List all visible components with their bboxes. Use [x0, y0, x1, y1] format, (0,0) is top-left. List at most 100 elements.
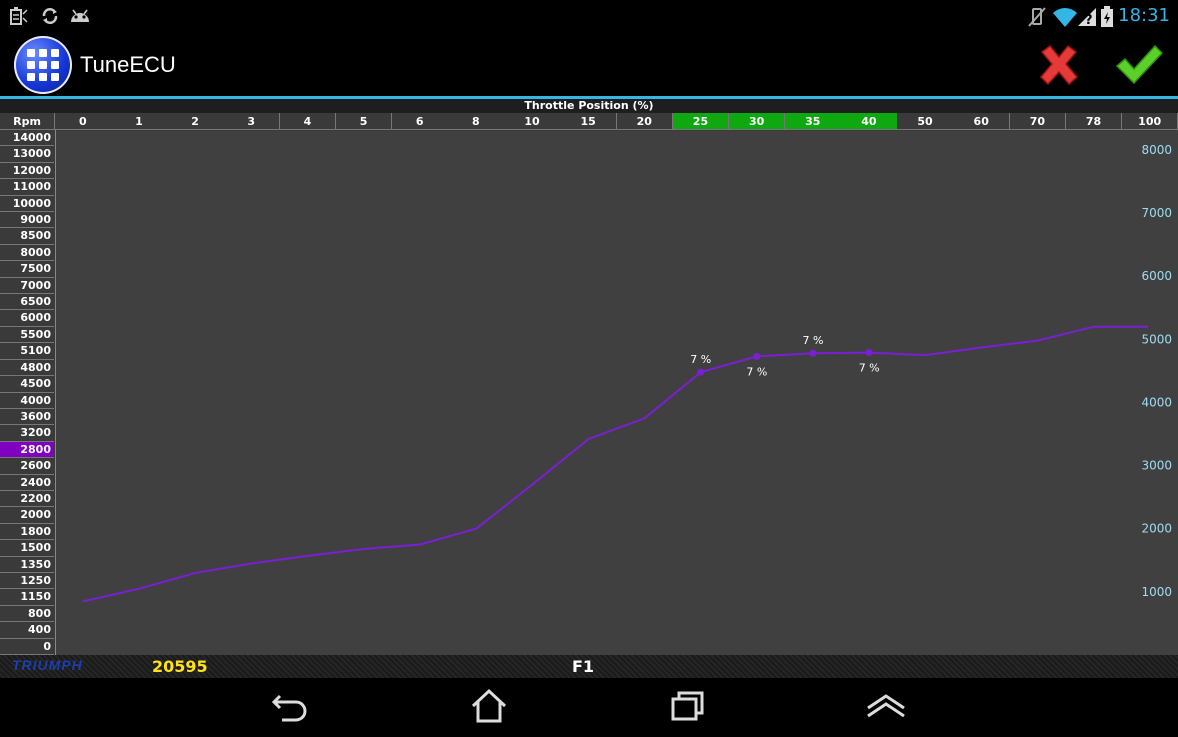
rpm-row-4800[interactable]: 4800	[0, 360, 54, 377]
action-bar: TuneECU	[0, 32, 1178, 96]
rpm-row-0[interactable]: 0	[0, 639, 54, 655]
selected-point[interactable]	[753, 352, 761, 360]
throttle-column-50[interactable]: 50	[897, 113, 954, 130]
rpm-row-8000[interactable]: 8000	[0, 245, 54, 262]
fuel-map-chart: 1000 2000 3000 4000 5000 6000 7000 8000 7 % 7 % 7 …	[82, 143, 1172, 603]
rpm-row-6500[interactable]: 6500	[0, 294, 54, 311]
rpm-row-800[interactable]: 800	[0, 606, 54, 623]
recents-icon[interactable]	[668, 688, 708, 724]
map-plot-area[interactable]: 1000 2000 3000 4000 5000 6000 7000 8000 7 % 7 % 7 …	[56, 131, 1178, 655]
throttle-column-0[interactable]: 0	[55, 113, 112, 130]
clock: 18:31	[1118, 5, 1170, 26]
rpm-row-14000[interactable]: 14000	[0, 130, 54, 147]
y-tick-label: 8000	[1141, 143, 1172, 157]
wifi-icon	[1053, 8, 1077, 27]
throttle-column-1[interactable]: 1	[111, 113, 168, 130]
throttle-column-2[interactable]: 2	[167, 113, 224, 130]
throttle-column-25[interactable]: 25	[672, 113, 730, 130]
rpm-row-12000[interactable]: 12000	[0, 163, 54, 180]
throttle-column-70[interactable]: 70	[1009, 113, 1067, 130]
rpm-row-8500[interactable]: 8500	[0, 228, 54, 245]
throttle-column-4[interactable]: 4	[279, 113, 337, 130]
selected-point[interactable]	[809, 349, 817, 357]
battery-icon	[1101, 6, 1113, 27]
y-tick-label: 2000	[1141, 522, 1172, 536]
back-icon[interactable]	[270, 688, 310, 724]
rpm-row-5500[interactable]: 5500	[0, 327, 54, 344]
rpm-row-13000[interactable]: 13000	[0, 146, 54, 163]
throttle-column-20[interactable]: 20	[616, 113, 674, 130]
rpm-row-1500[interactable]: 1500	[0, 540, 54, 557]
map-series-line	[82, 325, 1148, 603]
no-vibrate-icon	[1028, 7, 1046, 27]
throttle-axis-title: Throttle Position (%)	[0, 99, 1178, 113]
y-tick-label: 7000	[1141, 206, 1172, 220]
y-tick-label: 5000	[1141, 332, 1172, 346]
app-menu-button[interactable]	[14, 36, 72, 94]
sync-icon	[42, 8, 58, 24]
throttle-column-60[interactable]: 60	[953, 113, 1011, 130]
rpm-row-2200[interactable]: 2200	[0, 491, 54, 508]
throttle-column-15[interactable]: 15	[560, 113, 617, 130]
svg-text:?: ?	[1085, 13, 1093, 28]
rpm-row-11000[interactable]: 11000	[0, 179, 54, 196]
rpm-row-2400[interactable]: 2400	[0, 475, 54, 491]
rpm-row-headers: 14000 13000 12000 11000 10000 9000 8500 8000 750…	[0, 130, 56, 655]
cancel-button[interactable]	[1036, 42, 1082, 88]
app-title: TuneECU	[80, 52, 176, 77]
point-label: 7 %	[690, 353, 711, 366]
selected-point[interactable]	[865, 349, 873, 357]
throttle-column-10[interactable]: 10	[504, 113, 561, 130]
throttle-column-78[interactable]: 78	[1065, 113, 1123, 130]
confirm-button[interactable]	[1114, 42, 1164, 88]
throttle-column-6[interactable]: 6	[391, 113, 449, 130]
map-id: F1	[572, 657, 595, 676]
grid-icon	[27, 49, 59, 81]
y-tick-label: 4000	[1141, 395, 1172, 409]
ecu-counter: 20595	[152, 657, 208, 676]
brand-logo: TRIUMPH	[12, 657, 83, 673]
footer-bar: TRIUMPH 20595 F1	[0, 655, 1178, 678]
y-tick-label: 3000	[1141, 459, 1172, 473]
rpm-row-2800[interactable]: 2800	[0, 441, 54, 459]
throttle-column-headers: Rpm 0 1 2 3 4 5 6 8 10 15 20 25 30 35 40 50 60 70 78 100	[0, 113, 1178, 131]
android-debug-icon	[71, 9, 89, 22]
throttle-column-100[interactable]: 100	[1121, 113, 1178, 130]
rpm-row-10000[interactable]: 10000	[0, 196, 54, 213]
menu-up-icon[interactable]	[866, 688, 906, 724]
rpm-row-9000[interactable]: 9000	[0, 212, 54, 229]
rpm-row-4000[interactable]: 4000	[0, 393, 54, 409]
rpm-row-2600[interactable]: 2600	[0, 458, 54, 475]
selected-point[interactable]	[697, 368, 705, 376]
rpm-row-4500[interactable]: 4500	[0, 376, 54, 393]
rpm-row-1250[interactable]: 1250	[0, 573, 54, 590]
status-bar: ? 18:31	[0, 0, 1178, 32]
point-label: 7 %	[803, 334, 824, 347]
point-label: 7 %	[746, 365, 767, 378]
rpm-row-3600[interactable]: 3600	[0, 409, 54, 426]
rpm-row-1800[interactable]: 1800	[0, 524, 54, 541]
rpm-row-400[interactable]: 400	[0, 622, 54, 639]
throttle-column-5[interactable]: 5	[335, 113, 393, 130]
throttle-column-30[interactable]: 30	[728, 113, 786, 130]
throttle-column-40[interactable]: 40	[841, 113, 898, 130]
rpm-header: Rpm	[0, 113, 55, 130]
rpm-row-7500[interactable]: 7500	[0, 261, 54, 278]
rpm-row-1150[interactable]: 1150	[0, 589, 54, 606]
point-label: 7 %	[859, 362, 880, 375]
battery-saver-icon	[10, 7, 28, 25]
rpm-row-3200[interactable]: 3200	[0, 425, 54, 442]
rpm-row-6000[interactable]: 6000	[0, 310, 54, 327]
home-icon[interactable]	[469, 688, 509, 724]
navigation-bar	[0, 678, 1178, 737]
y-tick-label: 6000	[1141, 269, 1172, 283]
rpm-row-1350[interactable]: 1350	[0, 557, 54, 573]
throttle-column-35[interactable]: 35	[784, 113, 842, 130]
signal-unknown-icon: ?	[1078, 8, 1096, 28]
throttle-column-8[interactable]: 8	[448, 113, 505, 130]
rpm-row-5100[interactable]: 5100	[0, 343, 54, 360]
rpm-row-7000[interactable]: 7000	[0, 278, 54, 295]
y-tick-label: 1000	[1141, 585, 1172, 599]
throttle-column-3[interactable]: 3	[223, 113, 281, 130]
rpm-row-2000[interactable]: 2000	[0, 507, 54, 524]
